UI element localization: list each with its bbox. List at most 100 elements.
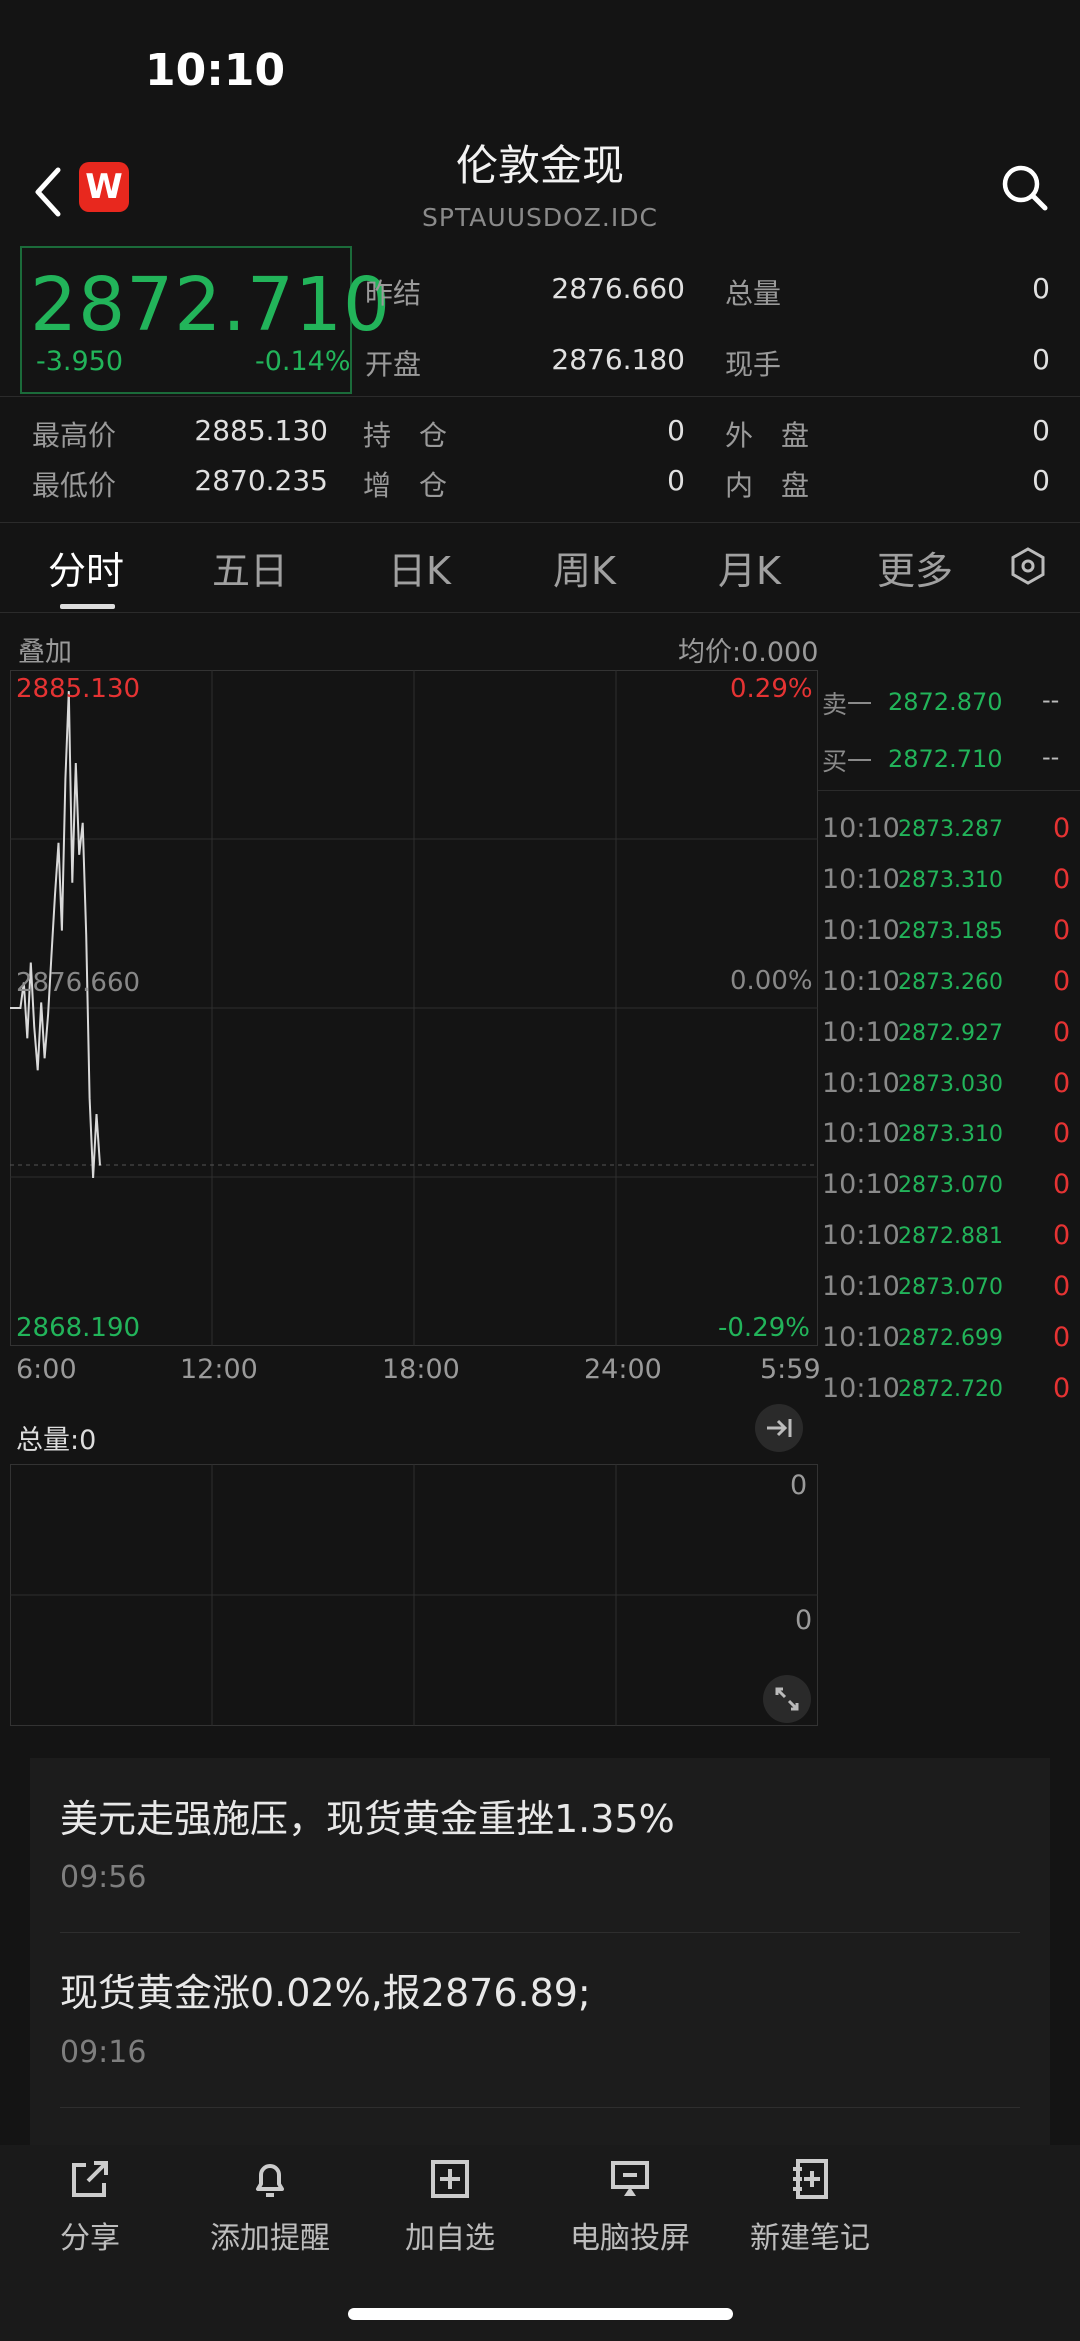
screen-cast-label: 电脑投屏 [570,2221,690,2256]
y-low-label: 2868.190 [16,1313,141,1343]
news-title[interactable]: 美元走强施压，现货黄金重挫1.35% [60,1788,675,1843]
current-hand-label: 现手 [725,348,782,381]
tab-weekly-k[interactable]: 周K [553,540,616,595]
trade-time: 10:10 [822,1118,900,1150]
new-note-button[interactable]: 新建笔记 [720,2145,900,2265]
note-icon [793,2159,828,2199]
trade-time: 10:10 [822,1372,900,1404]
current-hand-value: 0 [1032,343,1050,376]
tab-more[interactable]: 更多 [877,540,953,595]
trade-time: 10:10 [822,1220,900,1252]
divider [0,612,1080,613]
trade-time: 10:10 [822,1271,900,1303]
ask-label: 卖一 [822,690,873,719]
search-icon[interactable] [1000,163,1050,213]
trade-volume: 0 [1053,1322,1071,1353]
x-tick-label: 12:00 [180,1354,258,1385]
cast-icon [611,2161,649,2196]
divider [60,1932,1020,1933]
trade-time: 10:10 [822,1322,900,1353]
x-tick-label: 5:59 [760,1354,821,1385]
vol-axis-mid: 0 [795,1605,813,1636]
open-interest-value: 0 [667,414,685,447]
tab-indicator [60,604,115,609]
inner-label: 内 盘 [725,469,810,502]
oi-change-value: 0 [667,464,685,497]
share-icon [72,2161,108,2197]
trade-time: 10:10 [822,914,900,946]
bid-volume: -- [1042,743,1060,771]
intraday-chart [10,670,818,1346]
share-label: 分享 [60,2221,120,2256]
jump-to-end-icon[interactable] [755,1404,803,1452]
tab-monthly-k[interactable]: 月K [718,540,781,595]
high-value: 2885.130 [194,414,328,447]
trade-volume: 0 [1053,1118,1071,1150]
trade-volume: 0 [1053,965,1071,997]
open-label: 开盘 [365,348,422,381]
screen-cast-button[interactable]: 电脑投屏 [540,2145,720,2265]
tab-daily-k[interactable]: 日K [388,540,451,595]
open-value: 2876.180 [551,343,685,376]
volume-total-label: 总量:0 [16,1425,97,1456]
trade-time: 10:10 [822,813,900,844]
trade-volume: 0 [1053,1220,1071,1252]
trade-price: 2872.720 [898,1376,1003,1402]
trade-volume: 0 [1053,914,1071,946]
chart-gridlines [10,670,818,1346]
trade-volume: 0 [1053,1067,1071,1099]
prev-settle-value: 2876.660 [551,272,685,305]
divider [0,522,1080,523]
pct-high-label: 0.29% [730,674,813,704]
trade-price: 2873.310 [898,867,1003,893]
share-button[interactable]: 分享 [0,2145,180,2265]
trade-price: 2872.699 [898,1326,1003,1351]
trade-volume: 0 [1053,1271,1071,1303]
x-tick-label: 18:00 [382,1354,460,1385]
add-watchlist-button[interactable]: 加自选 [360,2145,540,2265]
trade-price: 2873.070 [898,1173,1003,1199]
trade-price: 2872.881 [898,1224,1003,1250]
open-interest-label: 持 仓 [363,419,448,452]
divider [818,790,1080,791]
trade-volume: 0 [1053,1016,1071,1048]
avg-price-label: 均价:0.000 [678,637,819,668]
outer-label: 外 盘 [725,419,810,452]
trade-price: 2873.287 [898,817,1003,842]
trade-price: 2873.260 [898,969,1003,995]
trade-time: 10:10 [822,1016,900,1048]
expand-icon[interactable] [763,1675,811,1723]
x-tick-label: 24:00 [584,1354,662,1385]
add-alert-button[interactable]: 添加提醒 [180,2145,360,2265]
trade-volume: 0 [1053,1169,1071,1201]
divider [0,396,1080,397]
bid-label: 买一 [822,747,873,776]
trade-price: 2872.927 [898,1020,1003,1046]
add-watchlist-label: 加自选 [405,2221,495,2256]
high-label: 最高价 [32,419,117,452]
last-price: 2872.710 [30,262,392,348]
trade-price: 2873.030 [898,1071,1003,1097]
trade-price: 2873.185 [898,918,1003,944]
ask-price: 2872.870 [888,688,1003,716]
overlay-button[interactable]: 叠加 [18,630,72,669]
y-high-label: 2885.130 [16,674,141,704]
plus-box-icon [431,2160,469,2198]
inner-value: 0 [1032,464,1050,497]
tab-five-day[interactable]: 五日 [212,540,288,595]
y-mid-label: 2876.660 [16,968,141,998]
trade-time: 10:10 [822,1169,900,1201]
low-value: 2870.235 [194,464,328,497]
trade-time: 10:10 [822,965,900,997]
divider [60,2107,1020,2108]
total-volume-label: 总量 [725,277,782,310]
low-label: 最低价 [32,469,117,502]
tab-intraday[interactable]: 分时 [48,540,124,595]
settings-icon[interactable] [1008,546,1048,586]
news-title[interactable]: 现货黄金涨0.02%,报2876.89; [60,1962,591,2017]
trade-time: 10:10 [822,863,900,895]
price-line [10,691,101,1179]
news-time: 09:16 [60,2035,147,2070]
add-alert-label: 添加提醒 [210,2221,330,2256]
symbol-code: SPTAUUSDOZ.IDC [422,203,658,232]
